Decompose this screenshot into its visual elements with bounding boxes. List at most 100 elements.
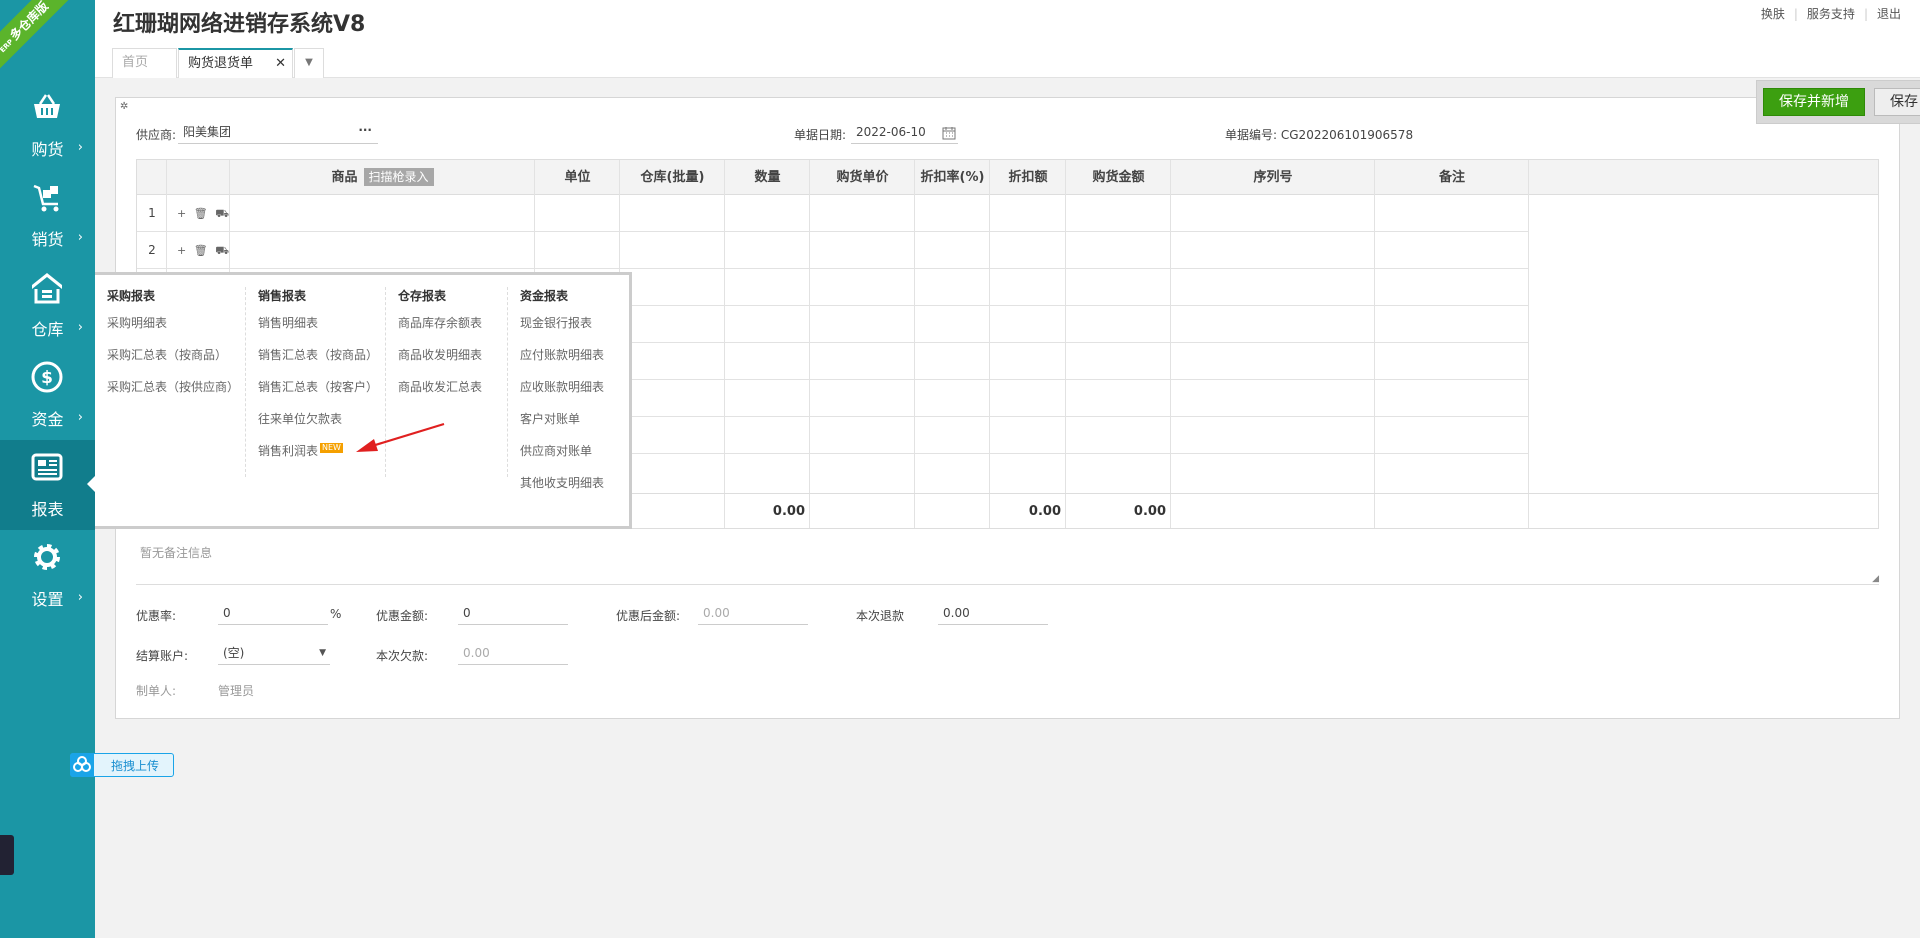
top-links: 换肤 | 服务支持 | 退出 [1752, 5, 1910, 22]
menu-item-stock-movement-detail[interactable]: 商品收发明细表 [386, 347, 505, 379]
side-widget[interactable] [0, 835, 14, 875]
creator-value: 管理员 [218, 684, 255, 698]
menu-item-purchase-summary-supplier[interactable]: 采购汇总表（按供应商） [95, 379, 245, 411]
menu-item-sales-detail[interactable]: 销售明细表 [246, 315, 385, 347]
menu-item-customer-statement[interactable]: 客户对账单 [508, 411, 627, 443]
column-header-amount: 购货金额 [1092, 170, 1145, 185]
support-link[interactable]: 服务支持 [1798, 7, 1864, 21]
menu-item-supplier-statement[interactable]: 供应商对账单 [508, 443, 627, 475]
skin-link[interactable]: 换肤 [1752, 7, 1794, 21]
total-amount: 0.00 [1133, 504, 1166, 519]
table-row[interactable]: 1 + 🗑 ⛟ [137, 195, 1529, 232]
sidebar-item-sales[interactable]: 销货 › [0, 170, 95, 260]
chevron-right-icon: › [77, 230, 83, 245]
active-pointer [87, 476, 95, 492]
resize-grip-icon[interactable]: ◢ [1872, 574, 1879, 584]
supplier-input[interactable]: 阳美集团 ··· [178, 122, 378, 144]
chevron-right-icon: › [77, 410, 83, 425]
column-header-warehouse: 仓库(批量) [640, 170, 705, 185]
menu-heading: 销售报表 [258, 289, 307, 303]
supplier-label: 供应商: [136, 128, 177, 142]
add-icon[interactable]: + [177, 207, 188, 220]
column-header-discount-rate: 折扣率(%) [920, 170, 985, 185]
chevron-down-icon: ▼ [319, 648, 326, 658]
sidebar-item-settings[interactable]: 设置 › [0, 530, 95, 620]
creator-label: 制单人: [136, 684, 177, 698]
scan-entry-button[interactable]: 扫描枪录入 [363, 168, 434, 186]
add-icon[interactable]: + [177, 244, 188, 257]
discount-rate-input[interactable]: 0 [218, 603, 328, 625]
gear-icon[interactable]: ✲ [120, 101, 128, 112]
supplier-value: 阳美集团 [183, 125, 232, 139]
sidebar-item-warehouse[interactable]: 仓库 › [0, 260, 95, 350]
table-row[interactable]: 2 + 🗑 ⛟ [137, 232, 1529, 269]
tab-purchase-return[interactable]: 购货退货单 ✕ [178, 48, 293, 78]
debt-value: 0.00 [458, 643, 568, 665]
drag-upload-button[interactable]: 拖拽上传 [70, 753, 174, 777]
column-header-serial: 序列号 [1253, 170, 1293, 185]
more-icon[interactable]: ··· [358, 120, 372, 140]
row-actions: + 🗑 ⛟ [177, 195, 231, 232]
tab-label: 购货退货单 [188, 56, 254, 71]
menu-item-stock-balance[interactable]: 商品库存余额表 [386, 315, 505, 347]
column-header-unit-price: 购货单价 [836, 170, 889, 185]
svg-text:$: $ [41, 368, 53, 388]
sidebar: ERP多仓库版 购货 › 销货 › 仓库 › $ 资金 › 报表 设置 › [0, 0, 95, 938]
discount-amount-input[interactable]: 0 [458, 603, 568, 625]
account-select[interactable]: (空) ▼ [218, 643, 330, 665]
save-and-new-button[interactable]: 保存并新增 [1763, 88, 1865, 116]
refund-label: 本次退款 [856, 609, 905, 623]
menu-item-stock-movement-summary[interactable]: 商品收发汇总表 [386, 379, 505, 411]
cloud-icon [70, 753, 94, 777]
total-quantity: 0.00 [772, 504, 805, 519]
column-header-unit: 单位 [564, 170, 591, 185]
chevron-right-icon: › [77, 320, 83, 335]
discount-rate-label: 优惠率: [136, 609, 177, 623]
cart-icon [33, 184, 59, 212]
basket-icon [34, 94, 60, 118]
logout-link[interactable]: 退出 [1868, 7, 1910, 21]
doc-number-value: CG202206101906578 [1280, 128, 1414, 142]
warehouse-icon [32, 273, 62, 304]
column-header-discount-amount: 折扣额 [1008, 170, 1048, 185]
header: 红珊瑚网络进销存系统V8 换肤 | 服务支持 | 退出 首页 购货退货单 ✕ ▼ [95, 0, 1920, 78]
edition-ribbon: ERP多仓库版 [0, 0, 70, 70]
sidebar-item-reports[interactable]: 报表 [0, 440, 95, 530]
menu-item-payables-detail[interactable]: 应付账款明细表 [508, 347, 627, 379]
remark-textarea[interactable]: 暂无备注信息 ◢ [136, 538, 1879, 585]
menu-item-sales-summary-product[interactable]: 销售汇总表（按商品） [246, 347, 385, 379]
sidebar-item-purchase[interactable]: 购货 › [0, 80, 95, 170]
new-badge: NEW [320, 443, 343, 453]
close-icon[interactable]: ✕ [275, 50, 286, 78]
doc-number-label-text: 单据编号: [1225, 128, 1278, 142]
save-button[interactable]: 保存 [1874, 88, 1920, 116]
trash-icon[interactable]: 🗑 [194, 244, 210, 257]
menu-item-receivables-detail[interactable]: 应收账款明细表 [508, 379, 627, 411]
sidebar-item-label: 报表 [31, 500, 64, 519]
row-actions: + 🗑 ⛟ [177, 232, 231, 269]
menu-item-purchase-detail[interactable]: 采购明细表 [95, 315, 245, 347]
tab-dropdown[interactable]: ▼ [294, 48, 324, 78]
menu-item-cash-bank[interactable]: 现金银行报表 [508, 315, 627, 347]
after-discount-value: 0.00 [698, 603, 808, 625]
chevron-right-icon: › [77, 140, 83, 155]
account-value: (空) [223, 646, 245, 660]
refund-input[interactable]: 0.00 [938, 603, 1048, 625]
menu-item-purchase-summary-product[interactable]: 采购汇总表（按商品） [95, 347, 245, 379]
row-number: 2 [148, 243, 156, 257]
menu-heading: 仓存报表 [398, 289, 447, 303]
cart-icon[interactable]: ⛟ [215, 207, 231, 220]
column-header-remark: 备注 [1438, 170, 1465, 185]
menu-heading: 采购报表 [107, 289, 156, 303]
date-label: 单据日期: [794, 128, 847, 142]
cart-icon[interactable]: ⛟ [215, 244, 231, 257]
menu-item-sales-summary-customer[interactable]: 销售汇总表（按客户） [246, 379, 385, 411]
dollar-icon: $ [31, 361, 63, 393]
menu-item-other-income-expense[interactable]: 其他收支明细表 [508, 475, 627, 507]
date-input[interactable]: 2022-06-10 [851, 122, 958, 144]
trash-icon[interactable]: 🗑 [194, 207, 210, 220]
total-discount-amount: 0.00 [1028, 504, 1061, 519]
sidebar-item-funds[interactable]: $ 资金 › [0, 350, 95, 440]
calendar-icon[interactable] [942, 126, 956, 140]
tab-home[interactable]: 首页 [112, 48, 177, 78]
